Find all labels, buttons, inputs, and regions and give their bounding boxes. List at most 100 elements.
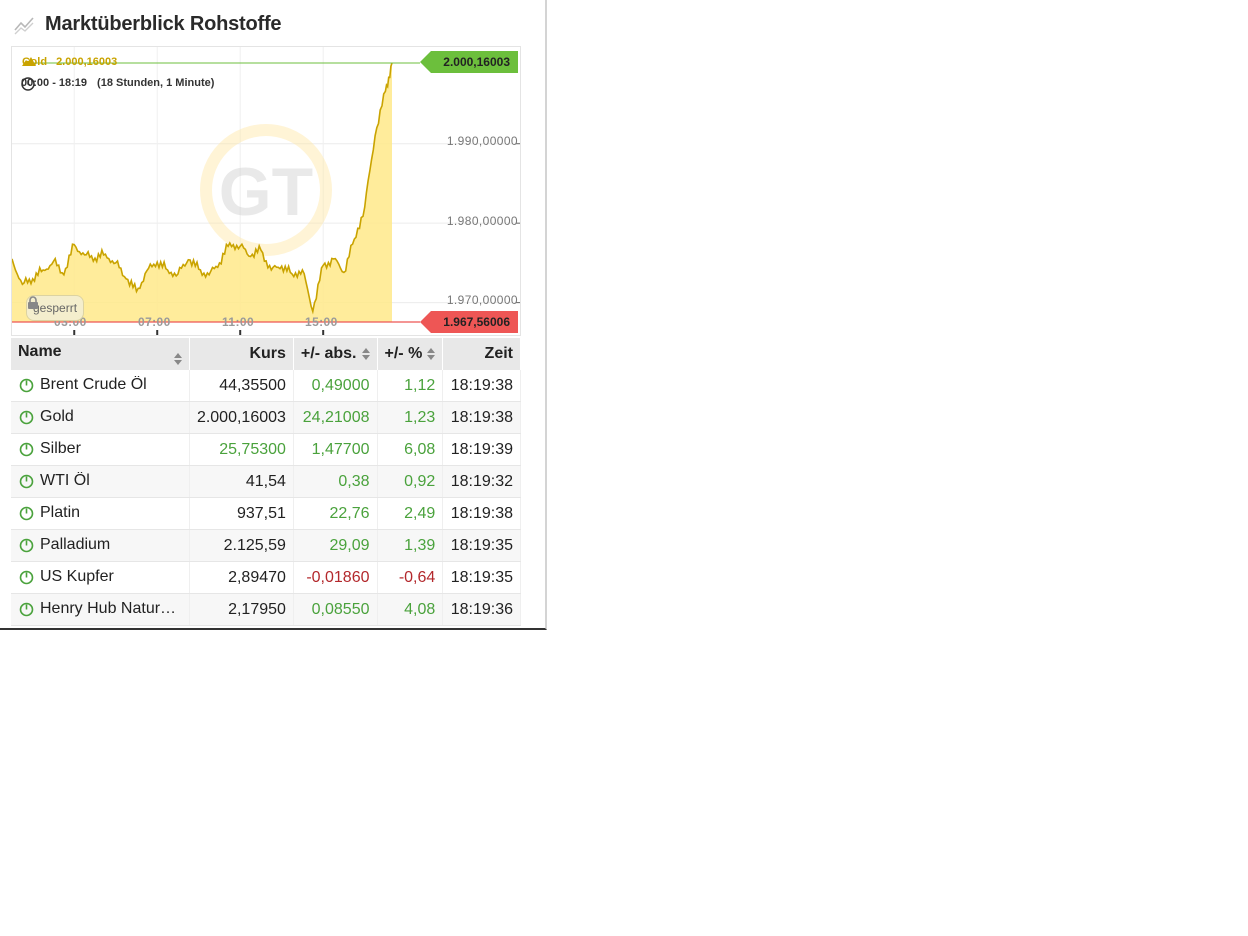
- cell-time: 18:19:35: [442, 561, 521, 594]
- chart-canvas: GT: [12, 47, 520, 335]
- commodity-name: Gold: [40, 408, 74, 426]
- cell-pct-change: -0,64: [377, 561, 444, 594]
- sort-icon: [361, 347, 370, 360]
- cell-abs-change: 0,49000: [293, 370, 378, 402]
- cell-kurs: 2.125,59: [189, 529, 294, 562]
- commodity-name: Silber: [40, 440, 81, 458]
- cell-abs-change: 0,38: [293, 465, 378, 498]
- commodity-name: Brent Crude Öl: [40, 376, 147, 394]
- cell-name[interactable]: Gold: [11, 401, 190, 434]
- x-tick-label: 11:00: [222, 315, 255, 329]
- chart-line-icon: [14, 17, 34, 35]
- gt-watermark: GT: [200, 124, 332, 256]
- lock-badge[interactable]: gesperrt: [26, 295, 85, 321]
- table-row[interactable]: WTI Öl 41,54 0,38 0,92 18:19:32: [11, 465, 521, 498]
- market-open-icon: [19, 442, 34, 457]
- commodity-name: Palladium: [40, 536, 111, 554]
- cell-abs-change: 24,21008: [293, 401, 378, 434]
- widget-title: Marktüberblick Rohstoffe: [45, 12, 282, 35]
- series-value: 2.000,16003: [56, 56, 118, 68]
- market-open-icon: [19, 410, 34, 425]
- cell-pct-change: 2,49: [377, 497, 444, 530]
- market-open-icon: [19, 506, 34, 521]
- commodity-name: US Kupfer: [40, 568, 114, 586]
- lock-label: gesperrt: [33, 301, 78, 315]
- cell-name[interactable]: Platin: [11, 497, 190, 530]
- column-header-label: Zeit: [484, 345, 513, 362]
- market-open-icon: [19, 570, 34, 585]
- commodity-name: Platin: [40, 504, 81, 522]
- column-header-label: Name: [18, 343, 62, 360]
- table-row[interactable]: US Kupfer 2,89470 -0,01860 -0,64 18:19:35: [11, 561, 521, 594]
- commodity-name: WTI Öl: [40, 472, 90, 490]
- price-chart[interactable]: GT Gold 2.000,16003 00:00 - 18:19 (18 St…: [11, 46, 521, 336]
- table-row[interactable]: Platin 937,51 22,76 2,49 18:19:38: [11, 497, 521, 530]
- cell-kurs: 25,75300: [189, 433, 294, 466]
- table-row[interactable]: Palladium 2.125,59 29,09 1,39 18:19:35: [11, 529, 521, 562]
- market-open-icon: [19, 378, 34, 393]
- cell-name[interactable]: US Kupfer: [11, 561, 190, 594]
- clock-icon: [21, 77, 35, 91]
- cell-pct-change: 1,23: [377, 401, 444, 434]
- x-tick-label: 15:00: [305, 315, 338, 329]
- cell-kurs: 2,89470: [189, 561, 294, 594]
- y-tick-label: 1.970,00000: [446, 293, 518, 307]
- column-header-label: +/- %: [384, 345, 423, 362]
- y-tick-label: 1.990,00000: [446, 134, 518, 148]
- cell-name[interactable]: Palladium: [11, 529, 190, 562]
- commodities-table: Name Kurs +/- abs. +/- % Zeit Brent Crud…: [11, 338, 521, 626]
- cell-time: 18:19:38: [442, 497, 521, 530]
- svg-text:GT: GT: [219, 154, 313, 230]
- table-row[interactable]: Brent Crude Öl 44,35500 0,49000 1,12 18:19:3…: [11, 370, 521, 402]
- column-header-pct[interactable]: +/- %: [377, 338, 444, 370]
- cell-name[interactable]: WTI Öl: [11, 465, 190, 498]
- table-header-row: Name Kurs +/- abs. +/- % Zeit: [11, 338, 521, 370]
- cell-pct-change: 1,39: [377, 529, 444, 562]
- cell-name[interactable]: Silber: [11, 433, 190, 466]
- cell-time: 18:19:38: [442, 370, 521, 402]
- gold-mountain-icon: [22, 57, 36, 66]
- column-header-kurs[interactable]: Kurs: [189, 338, 294, 370]
- x-tick-label: 07:00: [138, 315, 171, 329]
- market-open-icon: [19, 602, 34, 617]
- time-range: 00:00 - 18:19 (18 Stunden, 1 Minute): [21, 77, 215, 91]
- cell-pct-change: 0,92: [377, 465, 444, 498]
- cell-abs-change: 22,76: [293, 497, 378, 530]
- commodities-widget: Marktüberblick Rohstoffe GT Gold 2.000,1…: [0, 0, 547, 630]
- y-tick-label: 1.980,00000: [446, 214, 518, 228]
- table-row[interactable]: Henry Hub Naturgas 2,17950 0,08550 4,08 18:1…: [11, 593, 521, 626]
- commodity-name: Henry Hub Naturgas: [40, 600, 180, 618]
- high-price-flag: 2.000,16003: [420, 51, 518, 73]
- time-duration: (18 Stunden, 1 Minute): [97, 77, 215, 89]
- table-row[interactable]: Silber 25,75300 1,47700 6,08 18:19:39: [11, 433, 521, 466]
- table-row[interactable]: Gold 2.000,16003 24,21008 1,23 18:19:38: [11, 401, 521, 434]
- sort-icon: [173, 353, 182, 365]
- cell-kurs: 2.000,16003: [189, 401, 294, 434]
- column-header-abs[interactable]: +/- abs.: [293, 338, 378, 370]
- cell-abs-change: 0,08550: [293, 593, 378, 626]
- market-open-icon: [19, 474, 34, 489]
- cell-time: 18:19:38: [442, 401, 521, 434]
- cell-kurs: 2,17950: [189, 593, 294, 626]
- cell-time: 18:19:32: [442, 465, 521, 498]
- cell-pct-change: 6,08: [377, 433, 444, 466]
- cell-time: 18:19:39: [442, 433, 521, 466]
- cell-time: 18:19:35: [442, 529, 521, 562]
- cell-pct-change: 4,08: [377, 593, 444, 626]
- cell-abs-change: -0,01860: [293, 561, 378, 594]
- cell-time: 18:19:36: [442, 593, 521, 626]
- cell-name[interactable]: Brent Crude Öl: [11, 370, 190, 402]
- widget-header: Marktüberblick Rohstoffe: [14, 8, 282, 40]
- lock-icon: [28, 296, 38, 309]
- column-header-zeit[interactable]: Zeit: [442, 338, 521, 370]
- cell-abs-change: 29,09: [293, 529, 378, 562]
- column-header-label: Kurs: [249, 345, 286, 362]
- cell-kurs: 41,54: [189, 465, 294, 498]
- cell-name[interactable]: Henry Hub Naturgas: [11, 593, 190, 626]
- column-header-name[interactable]: Name: [11, 338, 190, 370]
- cell-pct-change: 1,12: [377, 370, 444, 402]
- series-label: Gold 2.000,16003: [22, 56, 117, 68]
- low-price-flag: 1.967,56006: [420, 311, 518, 333]
- column-header-label: +/- abs.: [300, 345, 357, 362]
- market-open-icon: [19, 538, 34, 553]
